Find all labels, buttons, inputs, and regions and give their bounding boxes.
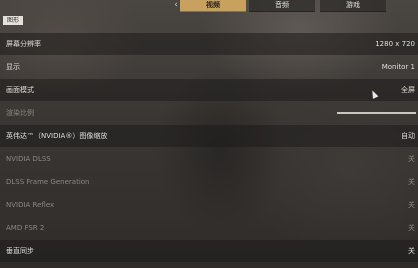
tab-video[interactable]: 视频: [180, 0, 246, 12]
setting-label: NVIDIA Reflex: [6, 201, 55, 209]
setting-row-resolution[interactable]: 屏幕分辨率 1280 x 720: [0, 33, 418, 55]
setting-label: 画面模式: [6, 86, 34, 94]
setting-row-window-mode[interactable]: 画面模式 全屏: [0, 79, 418, 101]
setting-value[interactable]: 关: [408, 177, 415, 187]
setting-value[interactable]: 关: [408, 223, 415, 233]
setting-label: 渲染比例: [6, 109, 34, 117]
setting-value[interactable]: 关: [408, 246, 415, 256]
setting-row-nvidia-dlss[interactable]: NVIDIA DLSS 关: [0, 148, 418, 170]
setting-value[interactable]: 自动: [401, 131, 415, 141]
tab-audio[interactable]: 音频: [249, 0, 315, 12]
setting-value[interactable]: Monitor 1: [382, 63, 415, 71]
setting-label: DLSS Frame Generation: [6, 178, 90, 186]
setting-row-nvidia-image-scaling[interactable]: 英伟达™（NVIDIA®）图像缩放 自动: [0, 125, 418, 147]
setting-value[interactable]: 关: [408, 154, 415, 164]
tab-game[interactable]: 游戏: [320, 0, 386, 12]
setting-row-nvidia-reflex[interactable]: NVIDIA Reflex 关: [0, 194, 418, 216]
settings-tab-bar: ‹ 视频 音频 游戏: [0, 0, 418, 12]
render-scale-slider[interactable]: [337, 112, 416, 114]
setting-value[interactable]: 1280 x 720: [375, 40, 415, 48]
setting-label: 垂直同步: [6, 247, 34, 255]
setting-row-display[interactable]: 显示 Monitor 1: [0, 56, 418, 78]
setting-label: 屏幕分辨率: [6, 40, 41, 48]
setting-row-amd-fsr2[interactable]: AMD FSR 2 关: [0, 217, 418, 239]
setting-label: 显示: [6, 63, 20, 71]
section-label-graphics: 图形: [3, 16, 23, 25]
setting-value[interactable]: 全屏: [401, 85, 415, 95]
setting-row-vsync[interactable]: 垂直同步 关: [0, 240, 418, 262]
setting-value[interactable]: 关: [408, 200, 415, 210]
chevron-left-icon[interactable]: ‹: [172, 0, 180, 11]
setting-row-dlss-frame-generation[interactable]: DLSS Frame Generation 关: [0, 171, 418, 193]
setting-label: NVIDIA DLSS: [6, 155, 51, 163]
setting-label: AMD FSR 2: [6, 224, 45, 232]
setting-row-render-scale[interactable]: 渲染比例: [0, 102, 418, 124]
setting-label: 英伟达™（NVIDIA®）图像缩放: [6, 132, 108, 140]
